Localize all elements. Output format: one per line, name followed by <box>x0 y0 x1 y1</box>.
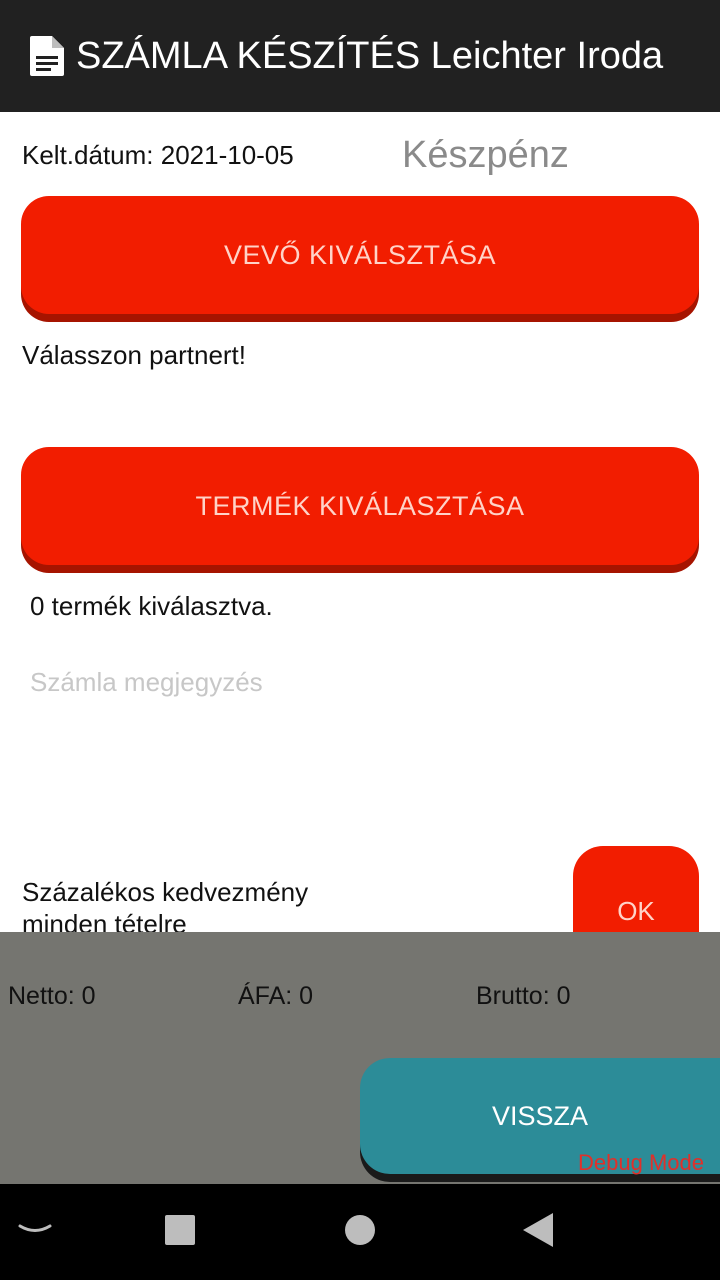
document-icon <box>30 36 66 76</box>
circle-icon <box>345 1214 375 1250</box>
select-product-button[interactable]: TERMÉK KIVÁLASZTÁSA <box>21 447 699 565</box>
app-bar: SZÁMLA KÉSZÍTÉS Leichter Iroda <box>0 0 720 112</box>
netto-total: Netto: 0 <box>8 982 96 1010</box>
nav-recents-button[interactable] <box>140 1184 220 1280</box>
invoice-note-input[interactable] <box>22 652 692 712</box>
discount-ok-button[interactable]: OK <box>573 846 699 932</box>
square-icon <box>165 1214 195 1250</box>
vat-total: ÁFA: 0 <box>238 982 314 1010</box>
invoice-form: Kelt.dátum: 2021-10-05 Készpénz VEVŐ KIV… <box>0 112 720 932</box>
partner-hint-text: Válasszon partnert! <box>22 340 247 370</box>
nav-back-button[interactable] <box>498 1184 578 1280</box>
payment-method-label[interactable]: Készpénz <box>402 134 569 177</box>
brutto-total: Brutto: 0 <box>476 982 571 1010</box>
nav-home-button[interactable] <box>320 1184 400 1280</box>
triangle-back-icon <box>523 1212 553 1252</box>
select-customer-button[interactable]: VEVŐ KIVÁLSZTÁSA <box>21 196 699 314</box>
issue-date-label: Kelt.dátum: 2021-10-05 <box>22 140 294 170</box>
system-navigation-bar <box>0 1184 720 1280</box>
product-count-text: 0 termék kiválasztva. <box>30 591 273 621</box>
totals-panel: Netto: 0 ÁFA: 0 Brutto: 0 VISSZA Debug M… <box>0 932 720 1184</box>
debug-mode-label: Debug Mode <box>578 1150 704 1175</box>
discount-label: Százalékos kedvezmény minden tételre <box>22 877 309 932</box>
nav-hide-keyboard-button[interactable] <box>0 1184 75 1280</box>
chevron-down-icon <box>18 1223 52 1242</box>
app-title: SZÁMLA KÉSZÍTÉS Leichter Iroda <box>76 34 664 77</box>
